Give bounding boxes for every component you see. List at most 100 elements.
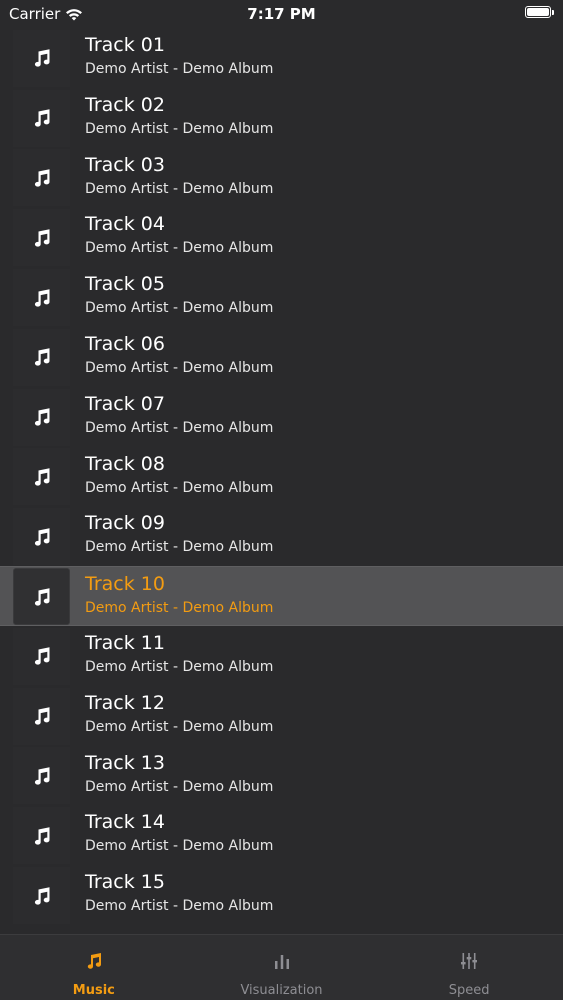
track-text: Track 02 Demo Artist - Demo Album	[85, 93, 273, 138]
track-title: Track 12	[85, 691, 165, 714]
track-text: Track 03 Demo Artist - Demo Album	[85, 153, 273, 198]
music-note-icon	[34, 827, 50, 845]
tab-visualization[interactable]: Visualization	[188, 935, 376, 1000]
tab-bar: Music Visualization Speed	[0, 934, 563, 1000]
music-note-icon	[87, 953, 101, 969]
track-artwork	[13, 209, 70, 267]
tab-music[interactable]: Music	[0, 935, 188, 1000]
track-title: Track 03	[85, 153, 165, 176]
track-subtitle: Demo Artist - Demo Album	[85, 838, 274, 855]
track-artwork	[13, 807, 70, 865]
bar-chart-icon	[274, 955, 289, 969]
track-row[interactable]: Track 03 Demo Artist - Demo Album	[0, 148, 563, 208]
track-title: Track 01	[85, 34, 165, 56]
track-row[interactable]: Track 09 Demo Artist - Demo Album	[0, 506, 563, 566]
track-title: Track 14	[85, 811, 165, 834]
track-text: Track 13 Demo Artist - Demo Album	[85, 751, 273, 796]
track-artwork	[13, 388, 70, 446]
track-text: Track 06 Demo Artist - Demo Album	[85, 332, 273, 377]
track-text: Track 09 Demo Artist - Demo Album	[85, 511, 273, 556]
track-subtitle: Demo Artist - Demo Album	[85, 120, 274, 137]
music-note-icon	[34, 647, 50, 665]
track-subtitle: Demo Artist - Demo Album	[85, 180, 274, 197]
clock: 7:17 PM	[247, 5, 316, 23]
track-subtitle: Demo Artist - Demo Album	[85, 479, 274, 496]
track-text: Track 01 Demo Artist - Demo Album	[85, 33, 273, 78]
track-text: Track 11 Demo Artist - Demo Album	[85, 631, 273, 676]
track-row[interactable]: Track 07 Demo Artist - Demo Album	[0, 387, 563, 447]
track-row[interactable]: Track 10 Demo Artist - Demo Album	[0, 566, 563, 626]
track-artwork	[13, 149, 70, 207]
track-list[interactable]: Track 01 Demo Artist - Demo Album Track 02…	[0, 28, 563, 934]
track-artwork	[13, 89, 70, 147]
track-row[interactable]: Track 14 Demo Artist - Demo Album	[0, 805, 563, 865]
tab-visualization-label: Visualization	[240, 983, 323, 998]
track-row[interactable]: Track 13 Demo Artist - Demo Album	[0, 746, 563, 806]
track-artwork	[13, 747, 70, 805]
track-subtitle: Demo Artist - Demo Album	[85, 300, 274, 317]
track-title: Track 15	[85, 871, 165, 894]
track-row[interactable]: Track 05 Demo Artist - Demo Album	[0, 267, 563, 327]
track-subtitle: Demo Artist - Demo Album	[85, 359, 274, 376]
music-note-icon	[34, 109, 50, 127]
track-text: Track 12 Demo Artist - Demo Album	[85, 691, 273, 736]
music-note-icon	[34, 587, 50, 606]
music-note-icon	[34, 348, 50, 367]
track-text: Track 10 Demo Artist - Demo Album	[85, 572, 273, 617]
sliders-icon	[461, 953, 478, 969]
music-note-icon	[34, 886, 50, 905]
music-note-icon	[34, 528, 50, 546]
track-text: Track 08 Demo Artist - Demo Album	[85, 452, 273, 497]
music-note-icon	[34, 49, 50, 68]
track-artwork	[13, 328, 70, 386]
track-artwork	[13, 29, 70, 87]
music-note-icon	[34, 288, 50, 307]
track-row[interactable]: Track 12 Demo Artist - Demo Album	[0, 686, 563, 746]
music-note-icon	[34, 767, 50, 785]
music-note-icon	[34, 408, 50, 426]
tab-music-label: Music	[72, 983, 115, 998]
track-subtitle: Demo Artist - Demo Album	[85, 718, 274, 735]
track-subtitle: Demo Artist - Demo Album	[85, 778, 274, 795]
track-subtitle: Demo Artist - Demo Album	[85, 898, 274, 915]
track-title: Track 06	[85, 332, 165, 355]
track-title: Track 04	[85, 213, 165, 236]
track-subtitle: Demo Artist - Demo Album	[85, 539, 274, 556]
track-row[interactable]: Track 08 Demo Artist - Demo Album	[0, 447, 563, 507]
track-artwork	[13, 687, 70, 745]
track-title: Track 10	[85, 573, 165, 596]
track-artwork	[13, 568, 70, 626]
track-text: Track 05 Demo Artist - Demo Album	[85, 272, 273, 317]
track-artwork	[13, 508, 70, 566]
track-title: Track 07	[85, 392, 165, 415]
music-note-icon	[34, 169, 50, 187]
music-note-icon	[34, 468, 50, 486]
track-row[interactable]: Track 04 Demo Artist - Demo Album	[0, 207, 563, 267]
track-row[interactable]: Track 01 Demo Artist - Demo Album	[0, 28, 563, 88]
track-text: Track 07 Demo Artist - Demo Album	[85, 392, 273, 437]
track-artwork	[13, 448, 70, 506]
track-artwork	[13, 867, 70, 925]
track-row[interactable]: Track 06 Demo Artist - Demo Album	[0, 327, 563, 387]
battery-icon	[525, 6, 555, 20]
track-title: Track 13	[85, 751, 165, 774]
track-title: Track 02	[85, 93, 165, 116]
track-subtitle: Demo Artist - Demo Album	[85, 600, 274, 617]
track-subtitle: Demo Artist - Demo Album	[85, 419, 274, 436]
music-note-icon	[34, 229, 50, 247]
track-subtitle: Demo Artist - Demo Album	[85, 658, 274, 675]
track-text: Track 14 Demo Artist - Demo Album	[85, 810, 273, 855]
track-artwork	[13, 627, 70, 685]
tab-speed[interactable]: Speed	[375, 935, 563, 1000]
tab-speed-label: Speed	[448, 983, 490, 998]
music-note-icon	[34, 707, 50, 725]
track-title: Track 09	[85, 512, 165, 535]
track-artwork	[13, 269, 70, 327]
track-title: Track 08	[85, 452, 165, 475]
track-title: Track 11	[85, 631, 165, 654]
track-row[interactable]: Track 15 Demo Artist - Demo Album	[0, 865, 563, 925]
track-row[interactable]: Track 02 Demo Artist - Demo Album	[0, 88, 563, 148]
track-title: Track 05	[85, 273, 165, 296]
track-text: Track 04 Demo Artist - Demo Album	[85, 212, 273, 257]
track-row[interactable]: Track 11 Demo Artist - Demo Album	[0, 626, 563, 686]
